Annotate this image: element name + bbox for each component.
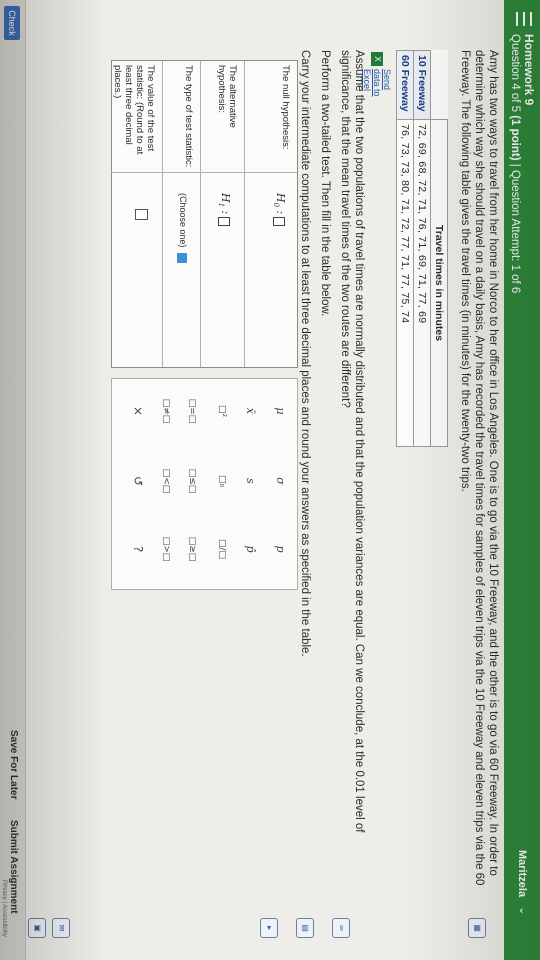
table-row: 10 Freeway 72, 69, 68, 72, 71, 76, 71, 6…	[413, 50, 431, 447]
data-table: Travel times in minutes 10 Freeway 72, 6…	[396, 50, 448, 447]
palette-subscript[interactable]: □₀	[217, 461, 227, 501]
null-h: H	[274, 193, 287, 203]
undo-icon[interactable]: ↺	[131, 461, 145, 501]
palette-lt[interactable]: □<□	[161, 461, 171, 501]
browser-screen: Homework 9 Question 4 of 5 (1 point) | Q…	[0, 0, 540, 960]
row-label-60: 60 Freeway	[396, 50, 414, 120]
symbol-palette: μ σ p x̄ s p̂ □² □₀ □/□ □=□ □≤□ □≥□ □≠□ …	[111, 378, 298, 590]
alt-cell: H1 :	[200, 179, 244, 367]
row-values-10: 72, 69, 68, 72, 71, 76, 71, 69, 71, 77, …	[413, 119, 431, 447]
question-status: Question 4 of 5 (1 point) | Question Att…	[509, 34, 521, 293]
save-for-later-button[interactable]: Save For Later	[8, 730, 19, 799]
null-cell: H0 :	[245, 179, 297, 367]
calculator-icon[interactable]: ▦	[468, 918, 486, 938]
alt-label: The alternative hypothesis:	[200, 61, 244, 173]
homework-title: Homework 9	[522, 34, 536, 106]
alt-symbol: H1 :	[216, 193, 232, 215]
carry-text: Carry your intermediate computations to …	[299, 50, 311, 657]
menu-icon[interactable]	[516, 12, 532, 26]
row-label-10: 10 Freeway	[413, 50, 431, 120]
alt-h: H	[219, 193, 232, 203]
palette-s[interactable]: s	[244, 461, 257, 501]
type-row: The type of test statistic: (Choose one)	[162, 61, 201, 367]
grid-icon[interactable]: ▣	[28, 918, 46, 938]
type-cell: (Choose one)	[162, 179, 200, 367]
palette-phat[interactable]: p̂	[244, 529, 257, 569]
palette-leq[interactable]: □≤□	[187, 461, 197, 501]
palette-mu[interactable]: μ	[274, 391, 287, 431]
type-label: The type of test statistic:	[162, 61, 200, 173]
test-statistic-input[interactable]	[135, 209, 148, 220]
top-bar: Homework 9 Question 4 of 5 (1 point) | Q…	[504, 0, 540, 960]
dropdown-icon	[177, 252, 188, 263]
table-header: Travel times in minutes	[430, 119, 448, 447]
points-label: (1 point)	[509, 115, 521, 161]
palette-fraction[interactable]: □/□	[217, 529, 227, 569]
table-corner	[430, 50, 448, 120]
null-label: The null hypothesis:	[245, 61, 297, 173]
ebook-icon[interactable]: ▤	[296, 918, 314, 938]
palette-p[interactable]: p	[274, 529, 287, 569]
null-row: The null hypothesis: H0 :	[245, 61, 297, 367]
value-label: The value of the test statistic: (Round …	[111, 61, 162, 173]
table-row: 60 Freeway 76, 73, 73, 80, 71, 72, 77, 7…	[396, 50, 414, 447]
submit-assignment-button[interactable]: Submit Assignment	[8, 820, 19, 914]
choose-label: (Choose one)	[178, 193, 188, 248]
question-intro: Amy has two ways to travel from her home…	[459, 50, 499, 886]
question-prefix: Question 4 of 5	[509, 34, 521, 116]
mail-icon[interactable]: ✉	[52, 918, 70, 938]
excel-icon: X	[371, 52, 383, 66]
check-button[interactable]: Check	[4, 6, 20, 40]
send-to-excel-link[interactable]: X Send data to Excel	[362, 52, 392, 103]
perform-text: Perform a two-tailed test. Then fill in …	[319, 50, 331, 317]
assume-text: Assume that the two populations of trave…	[339, 50, 365, 833]
alt-sub: 1	[216, 202, 225, 208]
help-icon[interactable]: ?	[131, 529, 145, 569]
value-cell	[111, 179, 162, 367]
palette-sigma[interactable]: σ	[274, 461, 287, 501]
palette-geq[interactable]: □≥□	[187, 529, 197, 569]
value-row: The value of the test statistic: (Round …	[111, 61, 163, 367]
hypothesis-table: The null hypothesis: H0 : The alternativ…	[111, 60, 298, 368]
null-symbol: H0 :	[271, 193, 287, 215]
palette-equal[interactable]: □=□	[187, 391, 197, 431]
user-name[interactable]: Maritzela	[516, 850, 528, 897]
null-input[interactable]	[273, 217, 285, 226]
instructions: Assume that the two populations of trave…	[292, 50, 366, 890]
alt-input[interactable]	[218, 217, 230, 226]
test-type-select[interactable]: (Choose one)	[177, 193, 188, 263]
row-values-60: 76, 73, 73, 80, 71, 72, 77, 71, 77, 75, …	[396, 119, 414, 447]
footer-links[interactable]: Privacy | Accessibility	[1, 880, 7, 937]
clear-icon[interactable]: ×	[131, 391, 145, 431]
bottom-bar: Check Save For Later Submit Assignment P…	[0, 0, 26, 960]
palette-xbar[interactable]: x̄	[244, 391, 257, 431]
attempt-label: | Question Attempt: 1 of 6	[509, 160, 521, 294]
next-icon[interactable]: ▸	[260, 918, 278, 938]
palette-neq[interactable]: □≠□	[161, 391, 171, 431]
palette-squared[interactable]: □²	[217, 391, 227, 431]
chevron-down-icon[interactable]: ⌄	[517, 906, 530, 915]
palette-gt[interactable]: □>□	[161, 529, 171, 569]
alt-row: The alternative hypothesis: H1 :	[200, 61, 245, 367]
send-to-excel-label: Send data to Excel	[362, 69, 392, 97]
null-sub: 0	[271, 202, 280, 208]
question-text: Amy has two ways to travel from her home…	[450, 50, 500, 890]
infinity-icon[interactable]: ∞	[332, 918, 350, 938]
